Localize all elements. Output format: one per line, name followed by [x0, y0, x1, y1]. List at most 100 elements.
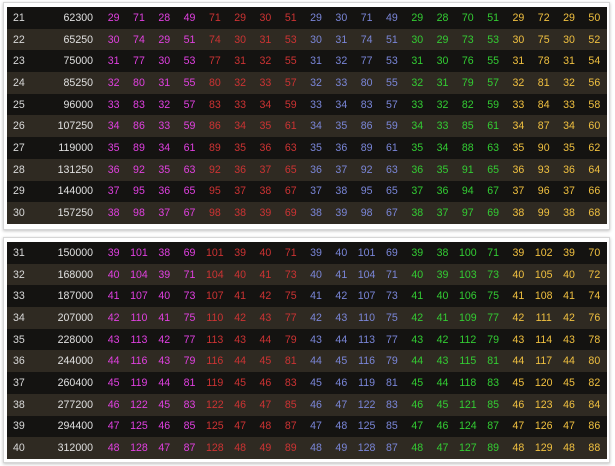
stat-cell: 127 — [458, 442, 477, 455]
table-row: 25 96000 33 83 32 57 83 33 34 59 33 34 83 57 33 32 82 59 3… — [7, 93, 607, 116]
stat-cell: 53 — [284, 33, 297, 46]
stat-cell: 31 — [310, 55, 322, 68]
stat-cell: 125 — [205, 420, 224, 433]
stat-cell: 129 — [534, 442, 553, 455]
stat-cell: 37 — [310, 185, 322, 198]
level-cell: 28 — [13, 163, 25, 176]
stat-cell: 48 — [512, 442, 525, 455]
stat-cell: 44 — [512, 355, 525, 368]
stat-cell: 38 — [259, 185, 272, 198]
stat-cell: 122 — [205, 398, 224, 411]
stat-cell: 71 — [360, 11, 373, 24]
stat-cell: 36 — [512, 163, 525, 176]
stat-cell: 86 — [133, 120, 145, 133]
stat-cell: 41 — [335, 268, 348, 281]
stat-cell: 51 — [284, 11, 297, 24]
stat-cell: 37 — [411, 185, 424, 198]
stat-cell: 37 — [335, 163, 348, 176]
stat-cell: 98 — [208, 207, 221, 220]
stat-cell: 41 — [436, 311, 449, 324]
stat-cell: 88 — [588, 442, 601, 455]
stat-cell: 79 — [183, 355, 196, 368]
stat-cell: 81 — [183, 376, 196, 389]
stat-cell: 36 — [107, 163, 120, 176]
level-cell: 36 — [13, 355, 25, 368]
stat-cell: 32 — [259, 55, 272, 68]
stat-cell: 97 — [461, 207, 474, 220]
stat-cell: 84 — [588, 398, 601, 411]
level-cell: 40 — [13, 442, 25, 455]
stat-cell: 75 — [183, 311, 196, 324]
stat-cell: 31 — [107, 55, 120, 68]
stat-cell: 80 — [360, 76, 373, 89]
level-cell: 35 — [13, 333, 25, 346]
stat-cell: 31 — [259, 33, 272, 46]
stat-cell: 41 — [563, 290, 575, 303]
stat-cell: 117 — [535, 355, 553, 368]
stat-cell: 40 — [335, 246, 348, 259]
stat-cell: 49 — [259, 442, 272, 455]
stat-cell: 33 — [158, 120, 171, 133]
stat-cell: 82 — [461, 98, 474, 111]
level-cell: 27 — [13, 141, 25, 154]
table-row: 22 65250 30 74 29 51 74 30 31 53 30 31 74 51 30 29 73 53 3… — [7, 28, 607, 51]
table-row: 31 150000 39 101 38 69 101 39 40 71 39 40 101 69 39 38 1… — [7, 242, 607, 264]
stat-cell: 111 — [535, 311, 552, 324]
stat-cell: 42 — [411, 311, 424, 324]
stat-cell: 83 — [284, 376, 297, 389]
stat-cell: 52 — [588, 33, 601, 46]
stat-cell: 45 — [411, 376, 424, 389]
stat-cell: 33 — [411, 98, 424, 111]
stat-cell: 47 — [563, 420, 575, 433]
stat-cell: 35 — [107, 141, 120, 154]
stat-cell: 83 — [487, 376, 499, 389]
stat-cell: 48 — [259, 420, 272, 433]
stats-table-panel-1: 21 62300 29 71 28 49 71 29 30 51 29 30 71 49 29 28 70 51 2… — [3, 2, 610, 230]
stat-cell: 42 — [234, 311, 247, 324]
stat-cell: 49 — [386, 11, 398, 24]
stat-cell: 87 — [537, 120, 550, 133]
stat-cell: 40 — [158, 290, 171, 303]
stat-cell: 44 — [310, 355, 322, 368]
level-cell: 30 — [13, 207, 25, 220]
stat-cell: 32 — [310, 76, 322, 89]
stat-cell: 37 — [234, 185, 247, 198]
stat-cell: 45 — [234, 376, 247, 389]
stat-cell: 39 — [436, 268, 449, 281]
stat-cell: 38 — [436, 246, 449, 259]
stat-cell: 83 — [386, 398, 398, 411]
table-row: 35 228000 43 113 42 77 113 43 44 79 43 44 113 77 43 42 1… — [7, 328, 607, 351]
stat-cell: 32 — [158, 98, 171, 111]
stat-cell: 48 — [107, 442, 120, 455]
stat-cell: 121 — [458, 398, 477, 411]
stat-cell: 36 — [310, 163, 322, 176]
stat-cell: 106 — [458, 290, 477, 303]
stat-cell: 71 — [133, 11, 145, 24]
stat-cell: 29 — [107, 11, 120, 24]
level-cell: 25 — [13, 98, 25, 111]
stat-cell: 32 — [512, 76, 525, 89]
stat-cell: 41 — [512, 290, 525, 303]
stat-cell: 73 — [386, 290, 398, 303]
stat-cell: 76 — [461, 55, 474, 68]
stat-cell: 42 — [107, 311, 120, 324]
stat-cell: 73 — [487, 268, 499, 281]
exp-cell: 131250 — [57, 163, 93, 176]
stat-cell: 87 — [386, 442, 398, 455]
stat-cell: 71 — [487, 246, 499, 259]
stat-cell: 39 — [512, 246, 525, 259]
exp-cell: 260400 — [57, 376, 93, 389]
stat-cell: 116 — [206, 355, 224, 368]
stat-cell: 89 — [208, 141, 221, 154]
stat-cell: 41 — [310, 290, 322, 303]
stat-cell: 59 — [284, 98, 297, 111]
stat-cell: 38 — [335, 185, 348, 198]
level-cell: 37 — [13, 376, 25, 389]
stat-cell: 40 — [259, 246, 272, 259]
stat-cell: 116 — [130, 355, 148, 368]
stat-cell: 75 — [487, 290, 499, 303]
stat-cell: 95 — [208, 185, 221, 198]
stat-cell: 112 — [459, 333, 477, 346]
stat-cell: 65 — [183, 185, 196, 198]
stat-cell: 61 — [386, 141, 398, 154]
